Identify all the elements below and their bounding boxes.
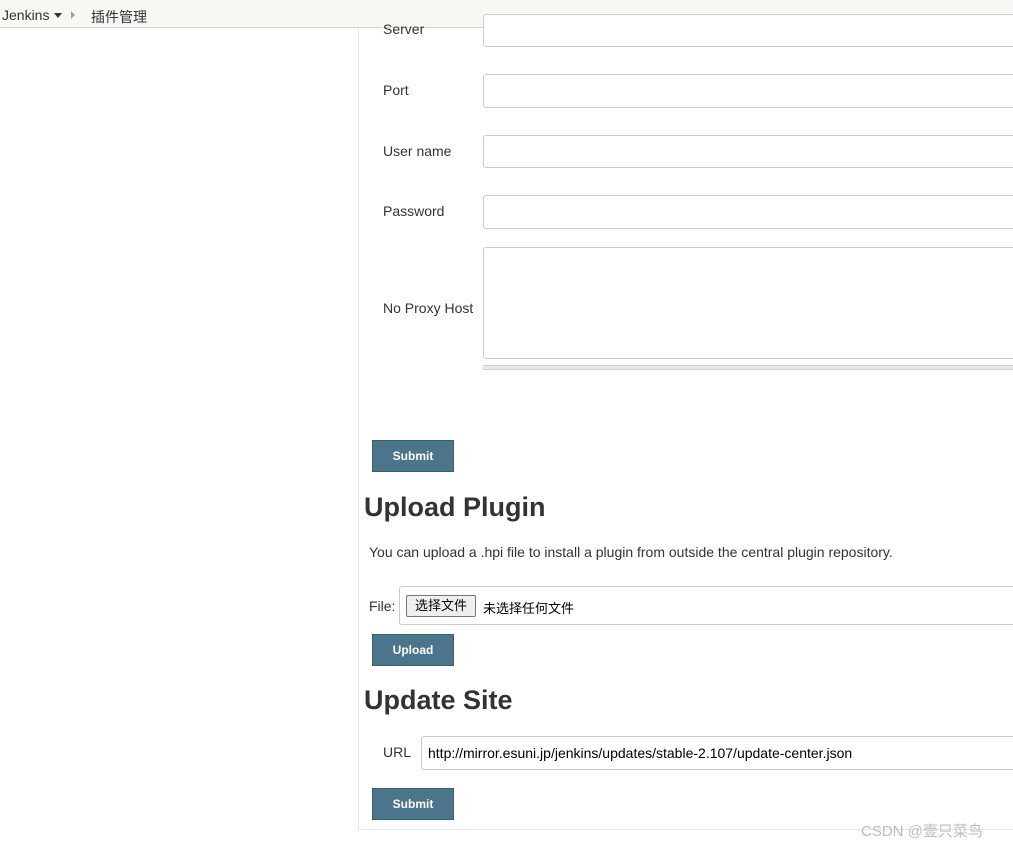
watermark: CSDN @壹只菜鸟 <box>861 823 983 840</box>
no-proxy-host-label: No Proxy Host <box>383 300 474 316</box>
username-label: User name <box>383 143 452 159</box>
update-site-url-input[interactable] <box>421 736 1013 770</box>
textarea-resize-handle[interactable] <box>483 365 1013 370</box>
file-status-text: 未选择任何文件 <box>483 601 575 616</box>
choose-file-button[interactable]: 选择文件 <box>406 595 477 617</box>
password-input[interactable] <box>483 195 1013 229</box>
update-site-heading: Update Site <box>364 685 513 715</box>
update-site-submit-button[interactable]: Submit <box>372 788 454 820</box>
file-input[interactable]: 选择文件 未选择任何文件 <box>399 586 1013 625</box>
port-label: Port <box>383 82 409 98</box>
server-label: Server <box>383 21 425 37</box>
upload-button[interactable]: Upload <box>372 634 454 666</box>
proxy-submit-button[interactable]: Submit <box>372 440 454 472</box>
port-input[interactable] <box>483 74 1013 108</box>
upload-plugin-description: You can upload a .hpi file to install a … <box>369 544 893 560</box>
file-label: File: <box>369 598 396 614</box>
chevron-right-icon <box>71 11 75 19</box>
username-input[interactable] <box>483 135 1013 168</box>
password-label: Password <box>383 203 445 219</box>
chevron-down-icon[interactable] <box>54 13 62 18</box>
breadcrumb-jenkins-link[interactable]: Jenkins <box>2 7 49 23</box>
breadcrumb-plugin-manager-link[interactable]: 插件管理 <box>91 7 147 27</box>
url-label: URL <box>383 744 412 760</box>
no-proxy-host-textarea[interactable] <box>483 247 1013 359</box>
server-input[interactable] <box>483 14 1013 47</box>
upload-plugin-heading: Upload Plugin <box>364 492 546 522</box>
